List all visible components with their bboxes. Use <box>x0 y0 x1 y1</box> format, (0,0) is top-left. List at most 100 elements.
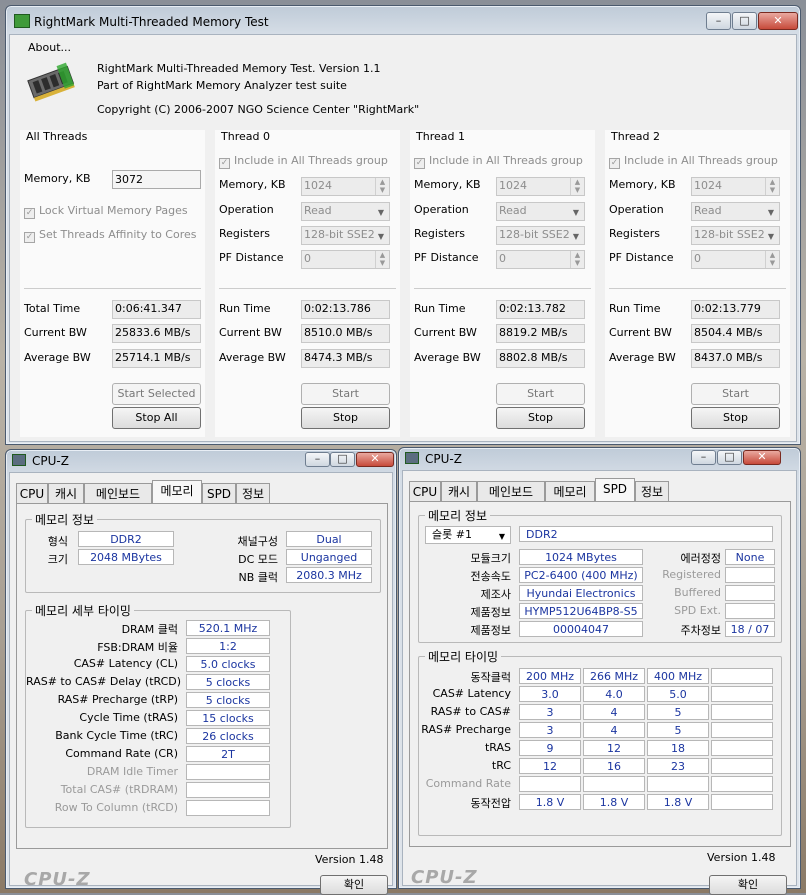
ok-button[interactable]: 확인 <box>320 875 388 895</box>
close-icon[interactable]: ✕ <box>356 452 394 467</box>
thread-current-bw-value: 8504.4 MB/s <box>691 324 780 343</box>
close-icon[interactable]: ✕ <box>758 12 798 30</box>
thread-pf-distance-input[interactable]: 0 ▲ ▼ <box>496 250 585 269</box>
start-selected-button[interactable]: Start Selected <box>112 383 201 405</box>
tab-2[interactable]: 메인보드 <box>477 481 545 502</box>
dropdown-arrow-icon: ▼ <box>572 232 580 241</box>
spin-up-icon[interactable]: ▲ ▼ <box>765 178 779 195</box>
thread-operation-select[interactable]: Read ▼ <box>691 202 780 221</box>
timing-value: 2T <box>186 746 270 762</box>
tab-0[interactable]: CPU <box>409 481 441 502</box>
spin-up-icon[interactable]: ▲ ▼ <box>570 251 584 268</box>
tab-1[interactable]: 캐시 <box>441 481 477 502</box>
stop-all-button[interactable]: Stop All <box>112 407 201 429</box>
spd-timing-cell: 3 <box>519 722 581 738</box>
rm-titlebar[interactable]: RightMark Multi-Threaded Memory Test – □… <box>6 6 800 36</box>
thread-stop-button[interactable]: Stop <box>691 407 780 429</box>
spd-info-value: Hyundai Electronics <box>519 585 643 601</box>
cpuz-right-titlebar[interactable]: CPU-Z – □ ✕ <box>399 448 800 470</box>
about-label[interactable]: About... <box>28 41 71 54</box>
thread-registers-select[interactable]: 128-bit SSE2 ▼ <box>691 226 780 245</box>
spd-right-label: Registered <box>662 568 721 581</box>
maximize-icon[interactable]: □ <box>330 452 355 467</box>
close-icon[interactable]: ✕ <box>743 450 781 465</box>
cpuz-right-window: CPU-Z – □ ✕ CPU 캐시 메인보드 메모리 SPD 정보 메모리 정보 슬롯 … <box>398 447 801 895</box>
cpuz-left-window: CPU-Z – □ ✕ CPU 캐시 메인보드 메모리 SPD 정보 메모리 정보 형식 … <box>5 449 397 895</box>
thread-memory-input[interactable]: 1024 ▲ ▼ <box>301 177 390 196</box>
checkbox-checked-icon: ✓ <box>609 158 620 169</box>
tab-4[interactable]: SPD <box>202 483 236 504</box>
spin-up-icon[interactable]: ▲ ▼ <box>765 251 779 268</box>
include-checkbox[interactable]: ✓ Include in All Threads group <box>414 154 583 169</box>
thread-memory-input[interactable]: 1024 ▲ ▼ <box>691 177 780 196</box>
spd-info-value: PC2-6400 (400 MHz) <box>519 567 643 583</box>
about-line-1: RightMark Multi-Threaded Memory Test. Ve… <box>97 62 381 75</box>
current-bw-label: Current BW <box>24 326 87 339</box>
cpuz-left-page: 메모리 정보 형식 DDR2 크기 2048 MBytes 채널구성 Dual … <box>16 503 388 849</box>
thread-pf-distance-input[interactable]: 0 ▲ ▼ <box>301 250 390 269</box>
tab-5[interactable]: 정보 <box>635 481 669 502</box>
tab-1[interactable]: 캐시 <box>48 483 84 504</box>
memory-kb-label: Memory, KB <box>24 172 91 185</box>
tab-3[interactable]: 메모리 <box>152 480 202 504</box>
thread-memory-input[interactable]: 1024 ▲ ▼ <box>496 177 585 196</box>
spd-right-value: 18 / 07 <box>725 621 775 637</box>
thread-average-bw-value: 8474.3 MB/s <box>301 349 390 368</box>
maximize-icon[interactable]: □ <box>717 450 742 465</box>
thread-start-button[interactable]: Start <box>691 383 780 405</box>
divider <box>24 288 201 289</box>
minimize-icon[interactable]: – <box>706 12 731 30</box>
thread-run-time-label: Run Time <box>414 302 466 315</box>
maximize-icon[interactable]: □ <box>732 12 757 30</box>
tab-4[interactable]: SPD <box>595 478 635 502</box>
affinity-checkbox[interactable]: ✓ Set Threads Affinity to Cores <box>24 228 197 243</box>
ok-button[interactable]: 확인 <box>709 875 787 895</box>
minimize-icon[interactable]: – <box>691 450 716 465</box>
thread-memory-input-value: 1024 <box>304 179 332 192</box>
spd-info-label: 제품정보 <box>470 606 511 619</box>
spd-timing-cell <box>711 668 773 684</box>
spd-timing-label: RAS# to CAS# <box>430 705 511 718</box>
spd-timing-cell <box>711 740 773 756</box>
thread-operation-select[interactable]: Read ▼ <box>301 202 390 221</box>
timing-label: DRAM 클럭 <box>121 623 178 636</box>
thread-1-panel: Thread 1 ✓ Include in All Threads group Mem… <box>410 130 595 437</box>
tab-5[interactable]: 정보 <box>236 483 270 504</box>
spin-up-icon[interactable]: ▲ ▼ <box>375 178 389 195</box>
tab-0[interactable]: CPU <box>16 483 48 504</box>
tab-2[interactable]: 메인보드 <box>84 483 152 504</box>
include-checkbox[interactable]: ✓ Include in All Threads group <box>219 154 388 169</box>
spd-timing-cell: 266 MHz <box>583 668 645 684</box>
thread-operation-select[interactable]: Read ▼ <box>496 202 585 221</box>
thread-registers-select[interactable]: 128-bit SSE2 ▼ <box>496 226 585 245</box>
rm-client: About... RightMark Multi-Threaded Memory… <box>9 34 797 442</box>
minimize-icon[interactable]: – <box>305 452 330 467</box>
thread-pf-distance-input[interactable]: 0 ▲ ▼ <box>691 250 780 269</box>
rightmark-window: RightMark Multi-Threaded Memory Test – □… <box>5 5 801 445</box>
thread-stop-button[interactable]: Stop <box>496 407 585 429</box>
thread-stop-button[interactable]: Stop <box>301 407 390 429</box>
spd-timing-cell: 5 <box>647 722 709 738</box>
spd-timing-cell: 5 <box>647 704 709 720</box>
include-checkbox[interactable]: ✓ Include in All Threads group <box>609 154 778 169</box>
thread-registers-select[interactable]: 128-bit SSE2 ▼ <box>301 226 390 245</box>
spd-timing-cell <box>711 722 773 738</box>
tab-3[interactable]: 메모리 <box>545 481 595 502</box>
thread-start-button[interactable]: Start <box>496 383 585 405</box>
thread-current-bw-label: Current BW <box>609 326 672 339</box>
lock-memory-checkbox[interactable]: ✓ Lock Virtual Memory Pages <box>24 204 188 219</box>
cpuz-left-titlebar[interactable]: CPU-Z – □ ✕ <box>6 450 396 472</box>
spin-up-icon[interactable]: ▲ ▼ <box>570 178 584 195</box>
memory-chip-icon <box>27 62 75 102</box>
timing-label: RAS# Precharge (tRP) <box>57 693 178 706</box>
cpuz-logo: CPU-Z <box>411 867 478 888</box>
timing-table-group: 메모리 타이밍 동작클럭 200 MHz 266 MHz 400 MHz CAS# La… <box>418 648 782 836</box>
all-memory-input[interactable]: 3072 <box>112 170 201 189</box>
timing-value: 5 clocks <box>186 674 270 690</box>
thread-start-button[interactable]: Start <box>301 383 390 405</box>
timing-label: Cycle Time (tRAS) <box>79 711 178 724</box>
lock-memory-label: Lock Virtual Memory Pages <box>39 204 188 217</box>
spin-up-icon[interactable]: ▲ ▼ <box>375 251 389 268</box>
include-label: Include in All Threads group <box>234 154 388 167</box>
spd-info-label: 전송속도 <box>470 570 511 583</box>
